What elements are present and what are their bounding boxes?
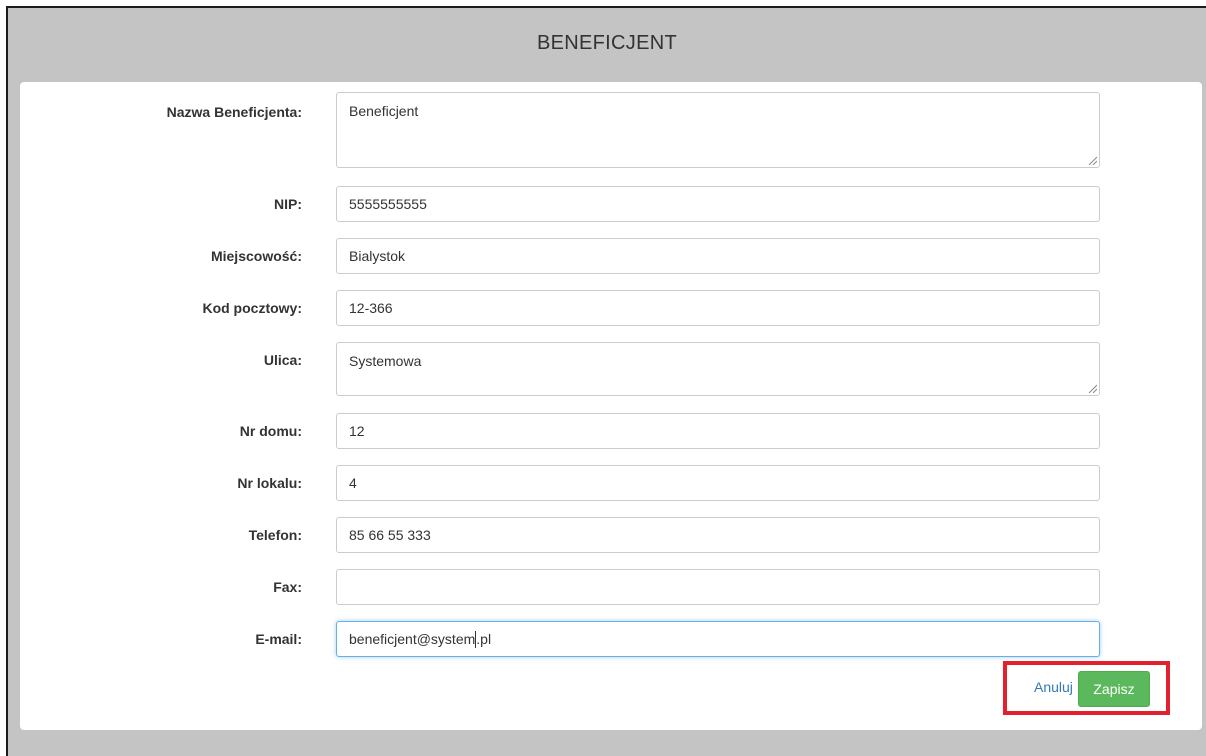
nip-label: NIP: xyxy=(274,196,302,212)
beneficiary-name-label: Nazwa Beneficjenta: xyxy=(166,104,302,120)
postal-code-value: 12-366 xyxy=(349,300,393,316)
apartment-number-value: 4 xyxy=(349,475,357,491)
house-number-label: Nr domu: xyxy=(239,423,302,439)
email-input[interactable]: beneficjent@system.pl xyxy=(336,621,1100,657)
city-value: Bialystok xyxy=(349,248,406,264)
postal-code-input[interactable]: 12-366 xyxy=(336,290,1100,326)
page-frame: BENEFICJENT Nazwa Beneficjenta: Beneficj… xyxy=(6,6,1206,756)
city-input[interactable]: Bialystok xyxy=(336,238,1100,274)
save-button[interactable]: Zapisz xyxy=(1078,671,1150,707)
nip-input[interactable]: 5555555555 xyxy=(336,186,1100,222)
postal-code-label: Kod pocztowy: xyxy=(202,300,302,316)
email-value-before-caret: beneficjent@system xyxy=(349,631,476,647)
phone-value: 85 66 55 333 xyxy=(349,527,431,543)
house-number-value: 12 xyxy=(349,423,365,439)
apartment-number-label: Nr lokalu: xyxy=(237,475,302,491)
page-title: BENEFICJENT xyxy=(537,31,677,54)
save-button-label: Zapisz xyxy=(1093,681,1135,697)
fax-label: Fax: xyxy=(273,579,302,595)
phone-label: Telefon: xyxy=(248,527,302,543)
phone-input[interactable]: 85 66 55 333 xyxy=(336,517,1100,553)
street-value: Systemowa xyxy=(349,353,422,369)
beneficiary-name-textarea[interactable]: Beneficjent xyxy=(336,92,1100,168)
beneficiary-form: Nazwa Beneficjenta: Beneficjent NIP: 555… xyxy=(20,82,1202,730)
fax-input[interactable] xyxy=(336,569,1100,605)
cancel-link[interactable]: Anuluj xyxy=(1034,679,1073,695)
email-label: E-mail: xyxy=(255,631,302,647)
nip-value: 5555555555 xyxy=(349,196,427,212)
email-value-after-caret: .pl xyxy=(476,631,492,647)
resize-grip-icon[interactable] xyxy=(1088,384,1097,393)
house-number-input[interactable]: 12 xyxy=(336,413,1100,449)
panel-header: BENEFICJENT xyxy=(8,8,1206,82)
street-label: Ulica: xyxy=(263,352,302,368)
apartment-number-input[interactable]: 4 xyxy=(336,465,1100,501)
city-label: Miejscowość: xyxy=(210,248,302,264)
resize-grip-icon[interactable] xyxy=(1088,156,1097,165)
beneficiary-name-value: Beneficjent xyxy=(349,103,419,119)
street-textarea[interactable]: Systemowa xyxy=(336,342,1100,396)
